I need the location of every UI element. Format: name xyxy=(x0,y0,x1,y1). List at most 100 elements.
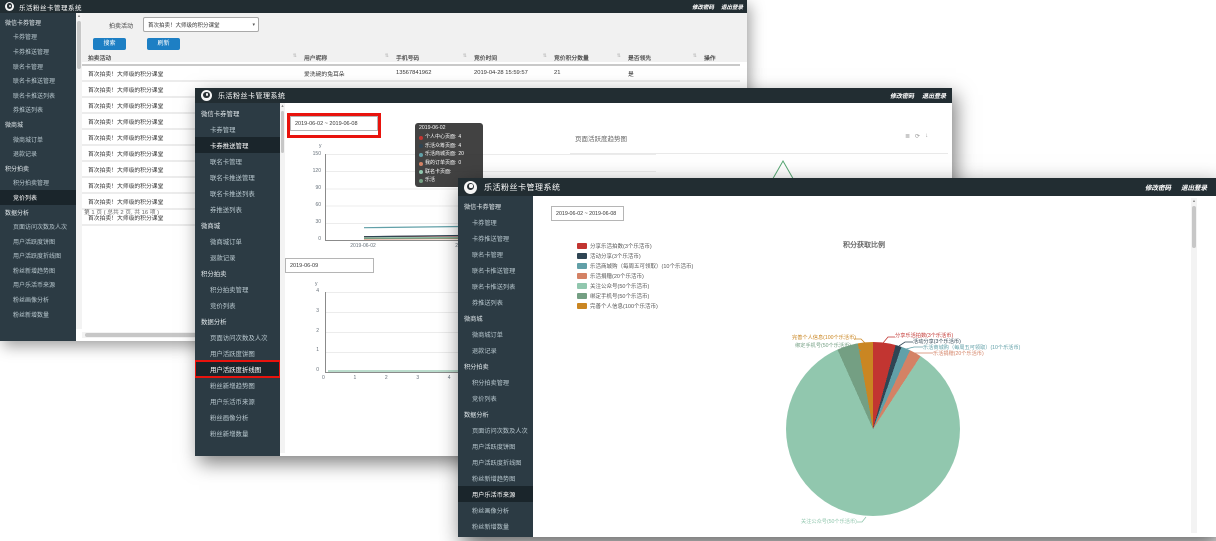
sidebar-item[interactable]: 用户活跃度折线图 xyxy=(458,454,533,470)
scrollbar-thumb[interactable] xyxy=(1192,206,1196,248)
sidebar-item[interactable]: 用户活跃度折线图 xyxy=(195,361,280,377)
scrollbar-thumb[interactable] xyxy=(281,111,284,153)
logout-link[interactable]: 退出登录 xyxy=(721,3,743,11)
auction-select[interactable]: 首次拍卖！大师级的积分课堂 ▾ xyxy=(143,17,259,32)
content-vertical-scrollbar[interactable]: ▴ xyxy=(280,103,285,453)
sidebar-item[interactable]: 联名卡管理 xyxy=(458,246,533,262)
sidebar-item[interactable]: 用户乐活币来源 xyxy=(458,486,533,502)
logout-link[interactable]: 退出登录 xyxy=(922,91,946,100)
sidebar-item[interactable]: 联名卡推送列表 xyxy=(195,185,280,201)
change-password-link[interactable]: 修改密码 xyxy=(890,91,914,100)
search-button[interactable]: 搜索 xyxy=(93,38,126,50)
sidebar-item[interactable]: 竞价列表 xyxy=(0,190,76,205)
sidebar-item[interactable]: 卡券管理 xyxy=(458,214,533,230)
sidebar-item[interactable]: 微商城订单 xyxy=(0,132,76,147)
column-header-bid-points[interactable]: 竞价积分数量⇅ xyxy=(548,51,622,65)
sidebar-item[interactable]: 微商城订单 xyxy=(195,233,280,249)
scroll-up-icon[interactable]: ▴ xyxy=(1191,198,1197,203)
sidebar-item[interactable]: 卡券管理 xyxy=(195,121,280,137)
sidebar-item[interactable]: 积分拍卖管理 xyxy=(0,176,76,191)
sidebar-item[interactable]: 微商城 xyxy=(458,310,533,326)
sort-icon[interactable]: ⇅ xyxy=(543,53,547,59)
legend-item[interactable]: 完善个人信息(100个乐活币) xyxy=(577,302,693,310)
legend-item[interactable]: 关注公众号(50个乐活币) xyxy=(577,282,693,290)
sidebar-item[interactable]: 退款记录 xyxy=(195,249,280,265)
sidebar-item[interactable]: 联名卡推送管理 xyxy=(0,73,76,88)
sidebar-item[interactable]: 券推送列表 xyxy=(0,103,76,118)
sidebar-item[interactable]: 联名卡推送列表 xyxy=(0,88,76,103)
legend-item[interactable]: 乐活捐赠(20个乐活币) xyxy=(577,272,693,280)
sidebar-item[interactable]: 微信卡券管理 xyxy=(195,105,280,121)
content-vertical-scrollbar[interactable]: ▴ xyxy=(76,13,82,329)
sidebar-item[interactable]: 券推送列表 xyxy=(195,201,280,217)
column-header-leading[interactable]: 是否领先⇅ xyxy=(622,51,698,65)
legend-item[interactable]: 活动分享(3个乐活币) xyxy=(577,252,693,260)
sidebar-item[interactable]: 用户活跃度饼图 xyxy=(195,345,280,361)
sidebar-item[interactable]: 用户活跃度折线图 xyxy=(0,249,76,264)
sidebar-item[interactable]: 联名卡管理 xyxy=(0,59,76,74)
sidebar-item[interactable]: 竞价列表 xyxy=(458,390,533,406)
legend-item[interactable]: 分享乐活拍数(3个乐活币) xyxy=(577,242,693,250)
download-icon[interactable]: ↓ xyxy=(925,133,928,140)
date-input[interactable]: 2019-06-09 xyxy=(285,258,374,273)
sidebar-item[interactable]: 微信卡券管理 xyxy=(0,15,76,30)
column-header-phone[interactable]: 手机号码⇅ xyxy=(390,51,468,65)
sidebar-item[interactable]: 积分拍卖 xyxy=(0,161,76,176)
sort-icon[interactable]: ⇅ xyxy=(385,53,389,59)
change-password-link[interactable]: 修改密码 xyxy=(692,3,714,11)
sidebar-item[interactable]: 联名卡推送列表 xyxy=(458,278,533,294)
sort-icon[interactable]: ⇅ xyxy=(463,53,467,59)
sidebar-item[interactable]: 页面访问次数及人次 xyxy=(458,422,533,438)
sidebar-item[interactable]: 微商城 xyxy=(0,117,76,132)
sidebar-item[interactable]: 粉丝新增数量 xyxy=(458,518,533,534)
data-view-icon[interactable]: ≣ xyxy=(905,133,910,140)
sidebar-item[interactable]: 微信卡券管理 xyxy=(458,198,533,214)
sidebar-item[interactable]: 粉丝画像分析 xyxy=(195,409,280,425)
sort-icon[interactable]: ⇅ xyxy=(293,53,297,59)
refresh-icon[interactable]: ⟳ xyxy=(915,133,920,140)
sidebar-item[interactable]: 粉丝新增数量 xyxy=(0,307,76,322)
logout-link[interactable]: 退出登录 xyxy=(1181,182,1207,192)
content-vertical-scrollbar[interactable]: ▴ xyxy=(1191,198,1197,533)
sidebar-item[interactable]: 粉丝新增趋势图 xyxy=(0,263,76,278)
date-range-input[interactable]: 2019-06-02 ~ 2019-06-08 xyxy=(290,116,378,131)
scrollbar-thumb[interactable] xyxy=(77,21,81,69)
sidebar-item[interactable]: 粉丝画像分析 xyxy=(0,292,76,307)
legend-item[interactable]: 乐活商城购（每周五可领取）(10个乐活币) xyxy=(577,262,693,270)
sidebar-item[interactable]: 用户乐活币来源 xyxy=(195,393,280,409)
sidebar-item[interactable]: 退款记录 xyxy=(0,146,76,161)
sidebar-item[interactable]: 粉丝新增趋势图 xyxy=(195,377,280,393)
sidebar-item[interactable]: 联名卡推送管理 xyxy=(195,169,280,185)
sidebar-item[interactable]: 用户乐活币来源 xyxy=(0,278,76,293)
sidebar-item[interactable]: 粉丝新增趋势图 xyxy=(458,470,533,486)
sidebar-item[interactable]: 积分拍卖管理 xyxy=(195,281,280,297)
refresh-button[interactable]: 刷新 xyxy=(147,38,180,50)
sidebar-item[interactable]: 微商城 xyxy=(195,217,280,233)
scroll-up-icon[interactable]: ▴ xyxy=(280,103,285,108)
sidebar-item[interactable]: 数据分析 xyxy=(0,205,76,220)
legend-item[interactable]: 绑定手机号(50个乐活币) xyxy=(577,292,693,300)
column-header-activity[interactable]: 拍卖活动⇅ xyxy=(82,51,298,65)
sidebar-item[interactable]: 粉丝画像分析 xyxy=(458,502,533,518)
sidebar-item[interactable]: 券推送列表 xyxy=(458,294,533,310)
sort-icon[interactable]: ⇅ xyxy=(617,53,621,59)
column-header-action[interactable]: 操作 xyxy=(698,51,740,65)
sidebar-item[interactable]: 积分拍卖 xyxy=(195,265,280,281)
sidebar-item[interactable]: 数据分析 xyxy=(458,406,533,422)
sidebar-item[interactable]: 联名卡推送管理 xyxy=(458,262,533,278)
column-header-bid-time[interactable]: 竞价时间⇅ xyxy=(468,51,548,65)
sidebar-item[interactable]: 页面访问次数及人次 xyxy=(195,329,280,345)
sort-icon[interactable]: ⇅ xyxy=(693,53,697,59)
sidebar-item[interactable]: 积分拍卖 xyxy=(458,358,533,374)
sidebar-item[interactable]: 卡券推送管理 xyxy=(0,44,76,59)
change-password-link[interactable]: 修改密码 xyxy=(1145,182,1171,192)
column-header-nickname[interactable]: 用户昵称⇅ xyxy=(298,51,390,65)
sidebar-item[interactable]: 用户活跃度饼图 xyxy=(0,234,76,249)
scroll-up-icon[interactable]: ▴ xyxy=(76,13,82,18)
sidebar-item[interactable]: 卡券推送管理 xyxy=(195,137,280,153)
sidebar-item[interactable]: 微商城订单 xyxy=(458,326,533,342)
sidebar-item[interactable]: 页面访问次数及人次 xyxy=(0,219,76,234)
sidebar-item[interactable]: 卡券管理 xyxy=(0,30,76,45)
sidebar-item[interactable]: 粉丝新增数量 xyxy=(195,425,280,441)
date-range-input[interactable]: 2019-06-02 ~ 2019-06-08 xyxy=(551,206,624,221)
